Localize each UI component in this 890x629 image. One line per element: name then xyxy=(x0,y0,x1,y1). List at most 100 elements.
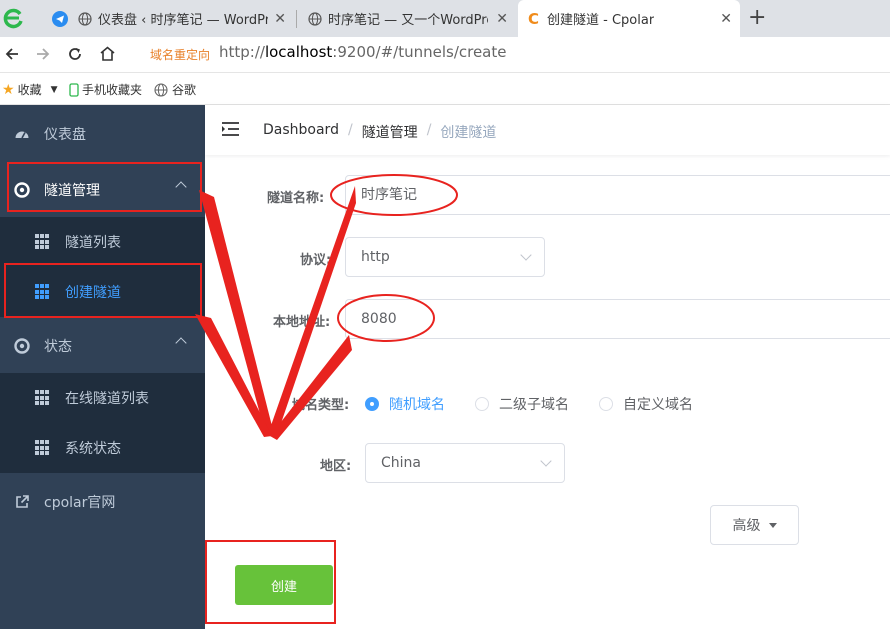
main-content: Dashboard / 隧道管理 / 创建隧道 隧道名称: 时序笔记 协议: h… xyxy=(205,105,890,629)
chevron-down-icon xyxy=(520,249,532,261)
sidebar-item-tunnel-list[interactable]: 隧道列表 xyxy=(0,217,205,267)
breadcrumb-separator: / xyxy=(347,122,353,138)
sidebar-item-label: cpolar官网 xyxy=(44,495,116,511)
create-button[interactable]: 创建 xyxy=(235,565,333,605)
reload-icon[interactable] xyxy=(67,46,83,62)
tab-title: 时序笔记 — 又一个WordPress站点 xyxy=(328,13,488,28)
create-label: 创建 xyxy=(270,579,297,595)
tab-title: 仪表盘 ‹ 时序笔记 — WordPress xyxy=(98,13,268,28)
cpolar-icon: C xyxy=(528,9,540,28)
sidebar-item-label: 隧道管理 xyxy=(44,183,100,199)
globe-icon xyxy=(78,11,92,26)
bookmark-label: 收藏 xyxy=(17,83,42,97)
sidebar-item-cpolar-website[interactable]: cpolar官网 xyxy=(0,477,205,527)
radio-random-domain[interactable]: 随机域名 xyxy=(365,394,445,414)
address-bar: 域名重定向 http://localhost:9200/#/tunnels/cr… xyxy=(0,37,890,73)
back-arrow-icon[interactable] xyxy=(4,46,20,62)
radio-label: 二级子域名 xyxy=(499,397,569,413)
bookmark-favorites[interactable]: ★ 收藏 ▼ xyxy=(2,81,58,98)
tab-wordpress-site[interactable]: 时序笔记 — 又一个WordPress站点 ✕ xyxy=(298,0,516,37)
protocol-value: http xyxy=(361,249,390,265)
chevron-down-icon xyxy=(540,455,552,467)
radio-custom-domain[interactable]: 自定义域名 xyxy=(599,394,693,414)
tab-title: 创建隧道 - Cpolar xyxy=(547,13,655,28)
chevron-up-icon xyxy=(175,181,187,193)
url-scheme: http:// xyxy=(219,43,265,61)
dropdown-caret-icon: ▼ xyxy=(50,84,58,95)
sidebar-item-status[interactable]: 状态 xyxy=(0,321,205,371)
sidebar: 仪表盘 隧道管理 隧道列表 创建隧道 状态 在线隧道列表 系统状态 cpolar… xyxy=(0,105,205,629)
globe-icon xyxy=(308,11,322,26)
breadcrumb: Dashboard / 隧道管理 / 创建隧道 xyxy=(263,122,496,142)
tab-separator xyxy=(296,10,297,28)
star-icon: ★ xyxy=(2,81,15,98)
redirect-tag[interactable]: 域名重定向 xyxy=(150,46,210,63)
bookmark-google[interactable]: 谷歌 xyxy=(154,81,196,98)
chevron-up-icon xyxy=(175,337,187,349)
breadcrumb-item[interactable]: Dashboard xyxy=(263,122,339,142)
close-icon[interactable]: ✕ xyxy=(720,11,732,27)
sidebar-item-create-tunnel[interactable]: 创建隧道 xyxy=(0,267,205,317)
local-address-label: 本地地址: xyxy=(273,315,331,330)
close-icon[interactable]: ✕ xyxy=(496,11,508,27)
sidebar-item-label: 在线隧道列表 xyxy=(65,391,149,407)
tunnel-name-label: 隧道名称: xyxy=(267,191,325,206)
sidebar-item-tunnel-management[interactable]: 隧道管理 xyxy=(0,165,205,215)
globe-icon xyxy=(154,82,168,97)
caret-down-icon xyxy=(768,522,777,528)
phone-icon xyxy=(69,82,79,97)
tab-cpolar-create[interactable]: C 创建隧道 - Cpolar ✕ xyxy=(518,0,740,37)
grid-icon xyxy=(35,234,51,250)
breadcrumb-current: 创建隧道 xyxy=(440,125,497,141)
breadcrumb-separator: / xyxy=(426,122,432,138)
dashboard-icon xyxy=(15,131,29,139)
advanced-label: 高级 xyxy=(732,518,761,534)
url-host: localhost xyxy=(264,43,333,61)
forward-arrow-icon[interactable] xyxy=(35,46,51,62)
sidebar-item-dashboard[interactable]: 仪表盘 xyxy=(0,109,205,159)
bookmark-mobile[interactable]: 手机收藏夹 xyxy=(69,81,142,98)
home-icon[interactable] xyxy=(99,45,116,62)
region-value: China xyxy=(381,455,421,471)
tunnel-name-input[interactable]: 时序笔记 xyxy=(345,175,890,215)
radio-label: 随机域名 xyxy=(389,397,445,413)
radio-dot xyxy=(365,397,379,411)
external-link-icon xyxy=(16,495,29,508)
sidebar-item-label: 隧道列表 xyxy=(65,235,121,251)
tab-wordpress-dashboard[interactable]: 仪表盘 ‹ 时序笔记 — WordPress ✕ xyxy=(42,0,294,37)
bookmark-label: 手机收藏夹 xyxy=(82,83,143,97)
grid-icon xyxy=(35,284,51,300)
protocol-label: 协议: xyxy=(300,253,332,268)
browser-logo-icon xyxy=(3,8,23,29)
radio-label: 自定义域名 xyxy=(623,397,693,413)
region-select[interactable]: China xyxy=(365,443,565,483)
new-tab-button[interactable]: + xyxy=(748,5,766,30)
advanced-button[interactable]: 高级 xyxy=(710,505,799,545)
protocol-select[interactable]: http xyxy=(345,237,545,277)
hamburger-icon[interactable] xyxy=(222,122,239,136)
breadcrumb-item[interactable]: 隧道管理 xyxy=(362,122,418,142)
sidebar-item-label: 状态 xyxy=(44,339,72,355)
browser-tab-bar: 仪表盘 ‹ 时序笔记 — WordPress ✕ 时序笔记 — 又一个WordP… xyxy=(0,0,890,37)
bookmark-label: 谷歌 xyxy=(172,83,197,97)
telegram-icon xyxy=(52,10,68,27)
radio-subdomain[interactable]: 二级子域名 xyxy=(475,394,569,414)
radio-dot xyxy=(475,397,489,411)
sidebar-item-label: 系统状态 xyxy=(65,441,121,457)
grid-icon xyxy=(35,390,51,406)
radio-dot xyxy=(599,397,613,411)
tunnel-icon xyxy=(14,182,30,198)
bookmarks-bar: ★ 收藏 ▼ 手机收藏夹 谷歌 xyxy=(0,73,890,105)
sidebar-item-online-tunnels[interactable]: 在线隧道列表 xyxy=(0,373,205,423)
sidebar-item-label: 仪表盘 xyxy=(44,127,86,143)
region-label: 地区: xyxy=(320,459,352,474)
url-field[interactable]: http://localhost:9200/#/tunnels/create xyxy=(219,43,506,61)
domain-type-label: 域名类型: xyxy=(292,398,350,413)
sidebar-item-label: 创建隧道 xyxy=(65,285,121,301)
url-path: :9200/#/tunnels/create xyxy=(332,43,507,61)
status-icon xyxy=(14,338,30,354)
sidebar-item-system-status[interactable]: 系统状态 xyxy=(0,423,205,473)
local-address-input[interactable]: 8080 xyxy=(345,299,890,339)
grid-icon xyxy=(35,440,51,456)
close-icon[interactable]: ✕ xyxy=(274,11,286,27)
